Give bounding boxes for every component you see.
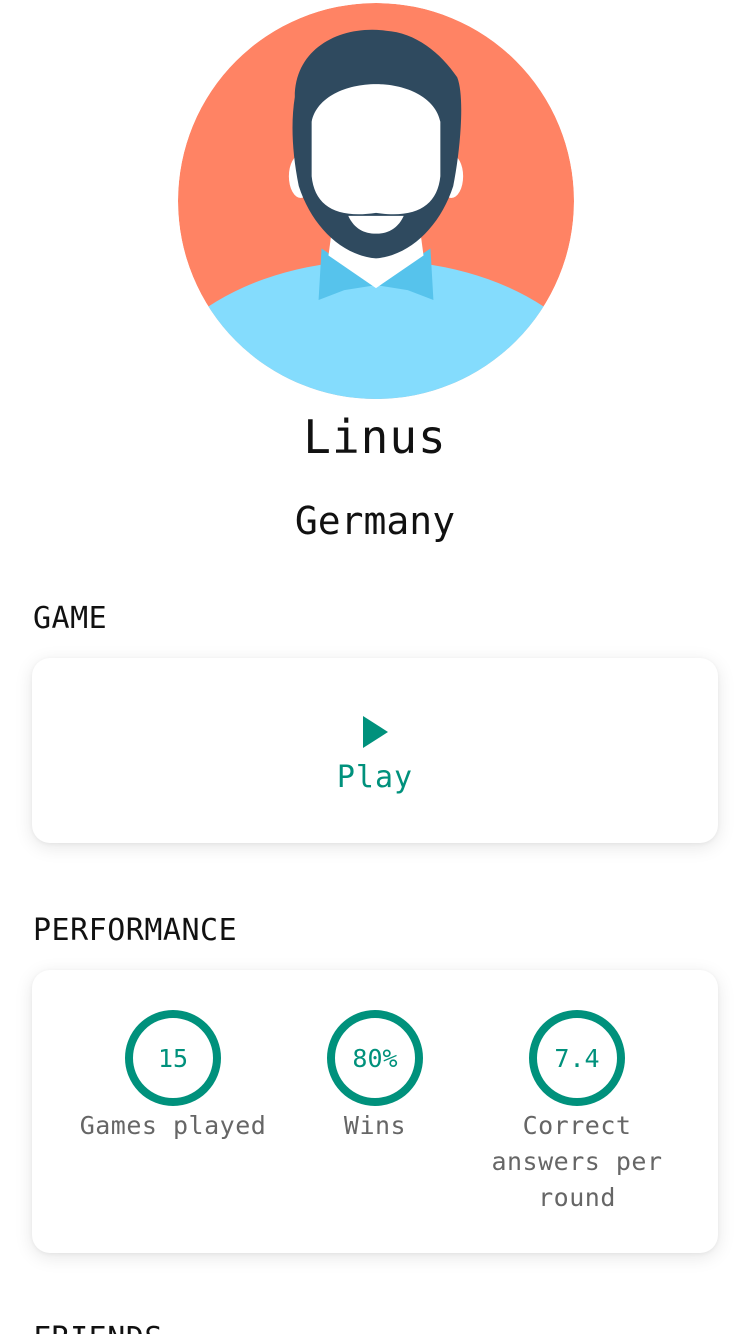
stat-correct-answers: 7.4 Correct answers per round — [477, 1010, 677, 1216]
profile-country: Germany — [294, 499, 456, 543]
section-title-friends: FRIENDS — [33, 1321, 163, 1334]
section-title-game: GAME — [33, 601, 108, 636]
stat-wins: 80% Wins — [275, 1010, 475, 1144]
stat-ring: 80% — [327, 1010, 423, 1106]
user-avatar-icon — [178, 3, 574, 399]
stat-ring: 15 — [125, 1010, 221, 1106]
play-button[interactable]: Play — [32, 658, 718, 843]
section-title-performance: PERFORMANCE — [33, 913, 238, 948]
stat-label: Correct answers per round — [491, 1111, 663, 1212]
game-card: Play — [32, 658, 718, 843]
performance-card: 15 Games played 80% Wins 7.4 Correct ans… — [32, 970, 718, 1253]
stat-ring: 7.4 — [529, 1010, 625, 1106]
play-label: Play — [336, 760, 414, 795]
stat-games-played: 15 Games played — [73, 1010, 273, 1144]
stat-label: Games played — [79, 1111, 267, 1140]
profile-name: Linus — [303, 410, 447, 464]
play-icon — [362, 716, 388, 748]
profile-page: Linus Germany GAME Play PERFORMANCE 15 G… — [0, 0, 750, 1334]
stat-label: Wins — [343, 1111, 407, 1140]
